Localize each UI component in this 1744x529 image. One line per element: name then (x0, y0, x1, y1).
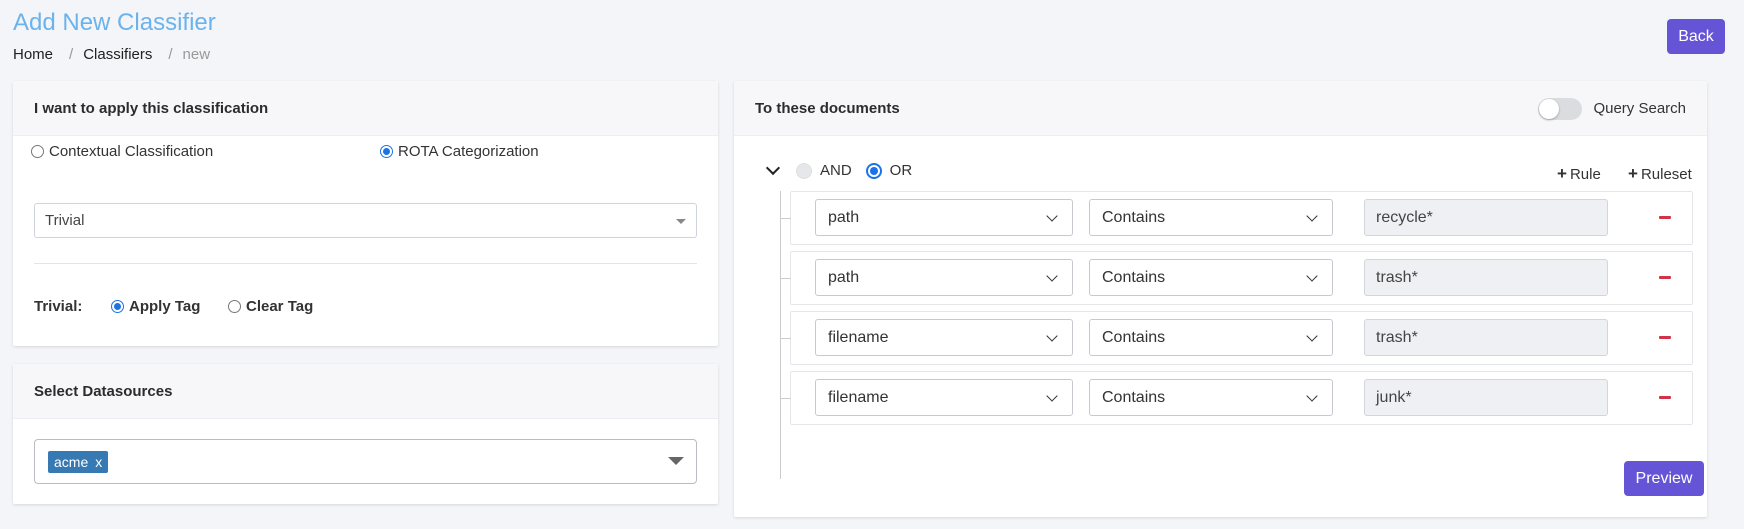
rule-value-input[interactable]: recycle* (1364, 199, 1608, 236)
category-select-value: Trivial (45, 212, 85, 229)
caret-down-icon (676, 219, 686, 224)
chevron-down-icon (1046, 270, 1058, 282)
chevron-down-icon (1306, 390, 1318, 402)
rule-operator-value: Contains (1102, 328, 1166, 346)
chevron-down-icon (1306, 270, 1318, 282)
contextual-classification-radio[interactable] (31, 145, 44, 158)
rule-row: filename Contains trash* (781, 311, 1693, 365)
tree-branch (781, 338, 791, 339)
rule-row: filename Contains junk* (781, 371, 1693, 425)
breadcrumb-current: new (182, 46, 211, 63)
query-search-label: Query Search (1593, 100, 1686, 117)
rule-field-value: path (828, 208, 860, 226)
rule-field-value: filename (828, 328, 889, 346)
datasource-tag: acme x (48, 450, 109, 473)
remove-rule-icon[interactable] (1659, 276, 1671, 279)
datasource-tag-label: acme (54, 453, 89, 470)
divider (34, 263, 697, 264)
rota-categorization-radio[interactable] (380, 145, 393, 158)
chevron-down-icon (1306, 210, 1318, 222)
breadcrumb-classifiers[interactable]: Classifiers (83, 46, 152, 63)
chevron-down-icon (1306, 330, 1318, 342)
remove-rule-icon[interactable] (1659, 216, 1671, 219)
rule-field-value: filename (828, 388, 889, 406)
rota-categorization-label: ROTA Categorization (398, 143, 539, 160)
rule-value-input[interactable]: junk* (1364, 379, 1608, 416)
breadcrumb-separator: / (69, 46, 74, 63)
or-radio[interactable] (865, 162, 882, 179)
or-label: OR (889, 162, 913, 179)
contextual-classification-label: Contextual Classification (49, 143, 214, 160)
breadcrumb: Home / Classifiers / new (13, 46, 210, 63)
add-rule-button[interactable]: + Rule (1557, 164, 1601, 184)
classification-card: I want to apply this classification Cont… (13, 81, 718, 346)
apply-tag-option[interactable]: Apply Tag (111, 298, 200, 315)
classification-card-header: I want to apply this classification (13, 81, 718, 136)
rule-row: path Contains recycle* (781, 191, 1693, 245)
rule-operator-select[interactable]: Contains (1089, 199, 1333, 236)
query-card-title: To these documents (755, 99, 900, 117)
tree-branch (781, 398, 791, 399)
preview-button[interactable]: Preview (1624, 461, 1704, 496)
rota-categorization-option[interactable]: ROTA Categorization (380, 143, 539, 160)
and-label: AND (820, 162, 852, 179)
apply-tag-label: Apply Tag (129, 298, 201, 315)
breadcrumb-separator: / (168, 46, 173, 63)
contextual-classification-option[interactable]: Contextual Classification (31, 143, 213, 160)
add-rule-label: Rule (1569, 165, 1601, 183)
datasources-card-header: Select Datasources (13, 364, 718, 419)
collapse-chevron-icon[interactable] (765, 160, 781, 176)
rule-field-select[interactable]: path (815, 259, 1073, 296)
remove-rule-icon[interactable] (1659, 396, 1671, 399)
rule-operator-select[interactable]: Contains (1089, 259, 1333, 296)
tree-connector (780, 191, 781, 479)
clear-tag-radio[interactable] (228, 300, 241, 313)
tree-branch (781, 218, 791, 219)
query-card: To these documents Query Search AND OR +… (734, 81, 1707, 517)
plus-icon: + (1557, 164, 1567, 183)
query-search-toggle[interactable] (1538, 97, 1583, 120)
rule-operator-select[interactable]: Contains (1089, 319, 1333, 356)
category-select[interactable]: Trivial (34, 203, 697, 238)
datasources-card: Select Datasources acme x (13, 364, 718, 504)
ruleset-condition: AND OR (765, 160, 926, 179)
trivial-label: Trivial: (34, 298, 83, 315)
caret-down-icon[interactable] (668, 457, 684, 465)
page-title: Add New Classifier (13, 9, 216, 36)
rule-value-input[interactable]: trash* (1364, 319, 1608, 356)
datasource-multiselect[interactable]: acme x (34, 439, 697, 484)
plus-icon: + (1628, 164, 1638, 183)
rule-field-value: path (828, 268, 860, 286)
add-ruleset-button[interactable]: + Ruleset (1628, 164, 1692, 184)
back-button[interactable]: Back (1667, 19, 1725, 54)
tree-branch (781, 278, 791, 279)
rule-operator-select[interactable]: Contains (1089, 379, 1333, 416)
remove-rule-icon[interactable] (1659, 336, 1671, 339)
and-radio[interactable] (796, 162, 812, 179)
query-card-header: To these documents Query Search (734, 81, 1707, 136)
rule-field-select[interactable]: path (815, 199, 1073, 236)
rule-operator-value: Contains (1102, 388, 1166, 406)
breadcrumb-home[interactable]: Home (13, 46, 53, 63)
rule-field-select[interactable]: filename (815, 379, 1073, 416)
chevron-down-icon (1046, 330, 1058, 342)
chevron-down-icon (1046, 390, 1058, 402)
rule-operator-value: Contains (1102, 268, 1166, 286)
rule-operator-value: Contains (1102, 208, 1166, 226)
apply-tag-radio[interactable] (111, 300, 124, 313)
rule-value-input[interactable]: trash* (1364, 259, 1608, 296)
clear-tag-label: Clear Tag (246, 298, 314, 315)
clear-tag-option[interactable]: Clear Tag (228, 298, 313, 315)
chevron-down-icon (1046, 210, 1058, 222)
rule-row: path Contains trash* (781, 251, 1693, 305)
add-ruleset-label: Ruleset (1640, 165, 1692, 183)
query-search-toggle-wrap: Query Search (1538, 81, 1686, 136)
remove-tag-icon[interactable]: x (95, 454, 102, 470)
rule-field-select[interactable]: filename (815, 319, 1073, 356)
